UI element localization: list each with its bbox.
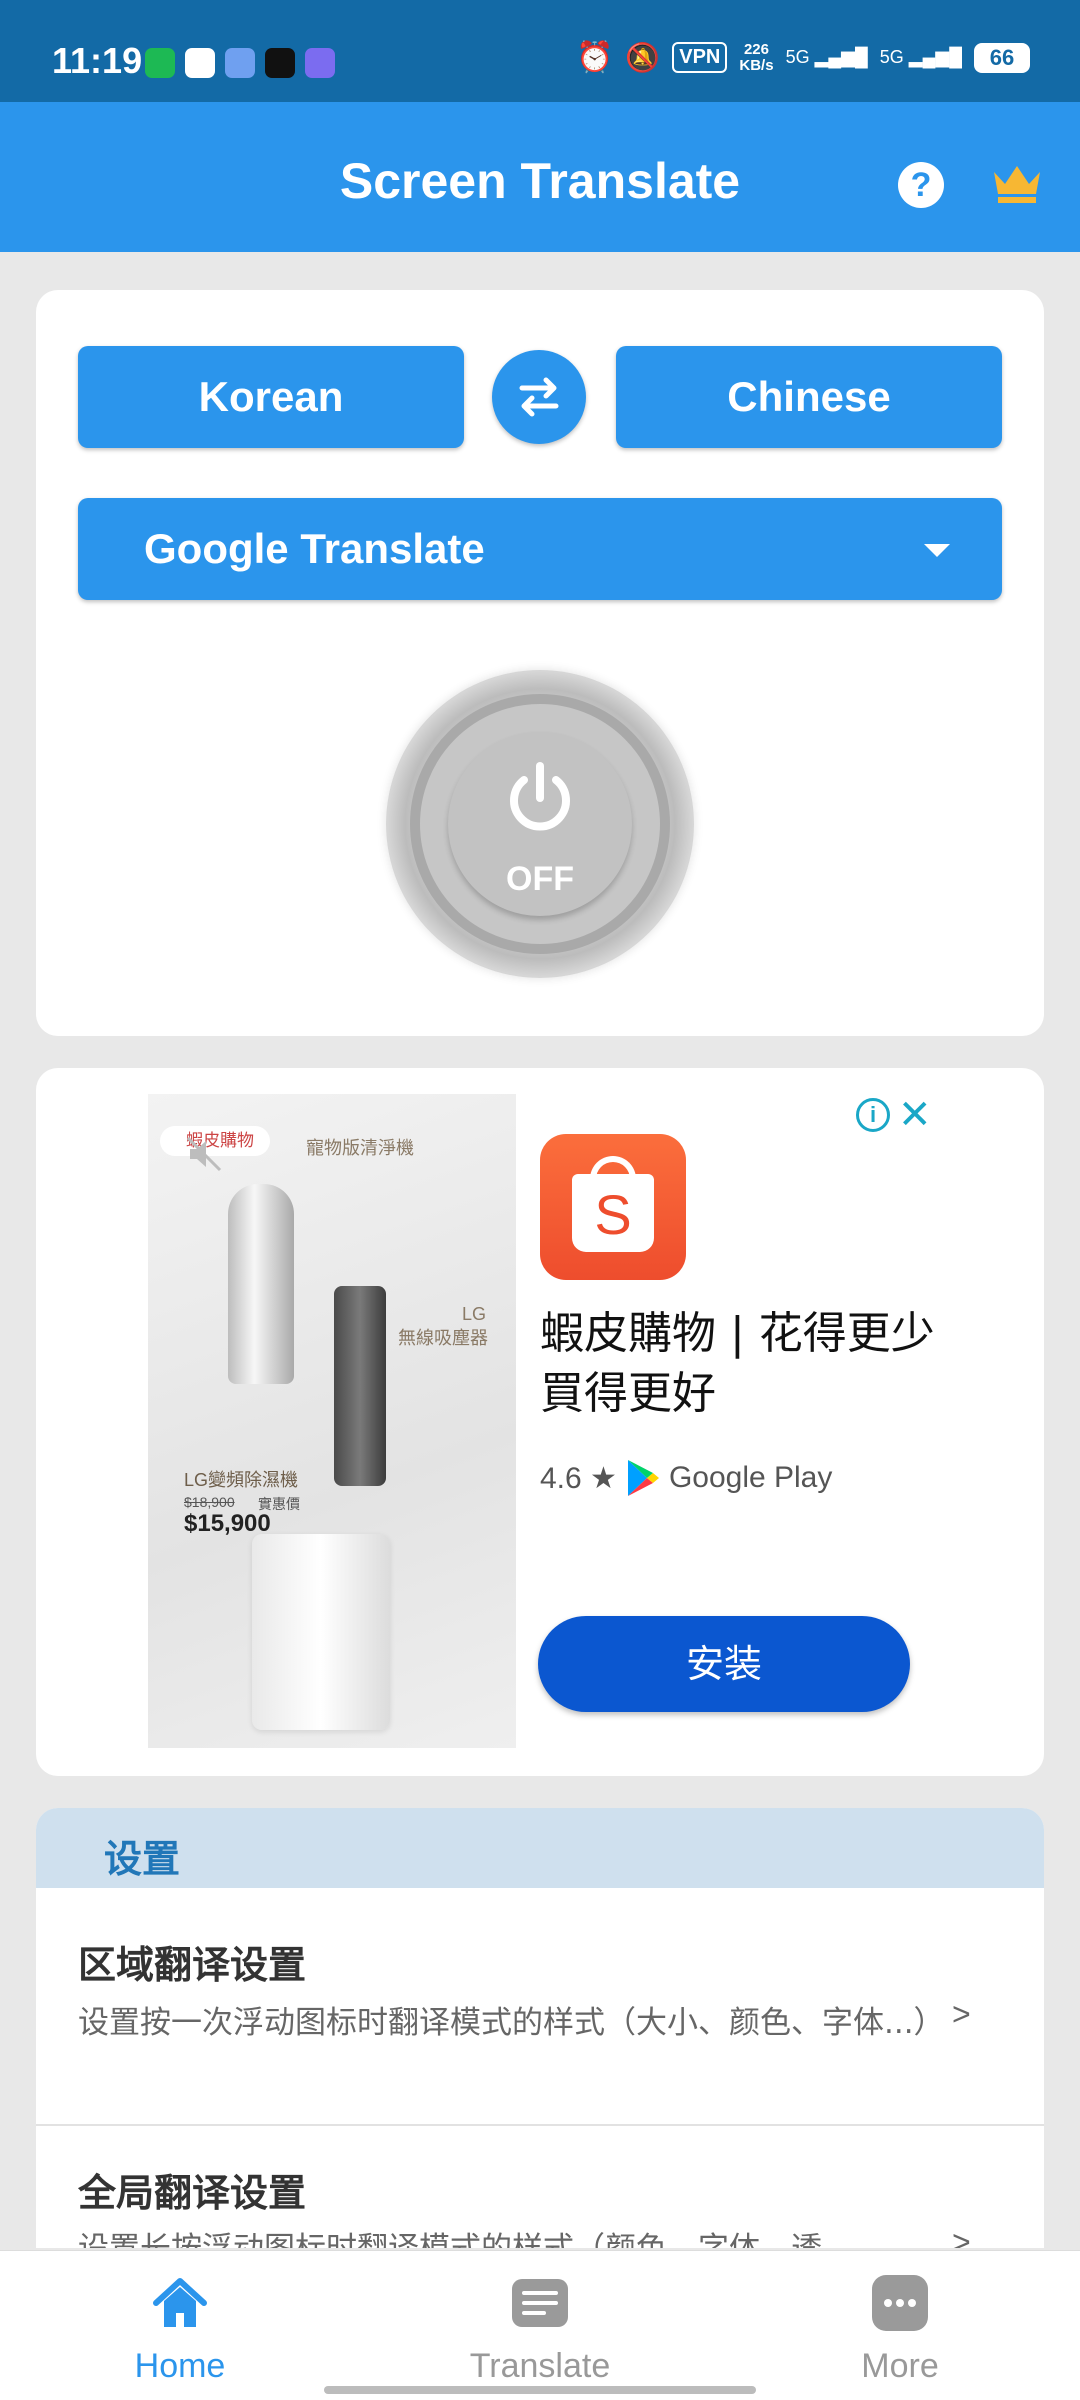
settings-header-label: 设置 bbox=[104, 1837, 181, 1881]
vpn-badge: VPN bbox=[672, 42, 728, 73]
app-notification-icon bbox=[225, 48, 255, 78]
google-play-icon bbox=[627, 1460, 659, 1496]
crown-icon[interactable] bbox=[990, 160, 1044, 204]
bottom-navigation: Home Translate More bbox=[0, 2250, 1080, 2400]
notification-icons bbox=[145, 48, 335, 78]
dropdown-arrow-icon bbox=[924, 544, 950, 557]
status-time: 11:19 bbox=[52, 40, 143, 81]
nav-home[interactable]: Home bbox=[0, 2251, 360, 2400]
translator-card: Korean Chinese Google Translate OFF bbox=[36, 290, 1044, 1036]
shopping-bag-icon: S bbox=[572, 1174, 654, 1252]
power-icon bbox=[510, 762, 570, 831]
battery-icon: 66 bbox=[974, 42, 1030, 73]
translation-engine-label: Google Translate bbox=[144, 525, 485, 572]
nav-label: More bbox=[861, 2347, 939, 2385]
area-translation-settings-item[interactable]: 区域翻译设置 设置按一次浮动图标时翻译模式的样式（大小、颜色、字体...） > bbox=[36, 1888, 1044, 2122]
power-toggle-button[interactable]: OFF bbox=[386, 670, 694, 978]
signal-icon: 5G ▂▄▆█ bbox=[785, 47, 868, 67]
ad-card[interactable]: 蝦皮購物 寵物版清淨機 LG 無線吸塵器 LG變頻除濕機 $18,900 實惠價… bbox=[36, 1068, 1044, 1776]
ad-image-text: LG變頻除濕機 bbox=[184, 1470, 299, 1490]
ad-image-text: LG bbox=[462, 1304, 487, 1324]
mute-icon[interactable] bbox=[184, 1134, 224, 1174]
ad-info-icon[interactable]: i bbox=[856, 1098, 890, 1132]
home-icon bbox=[153, 2278, 207, 2327]
ad-close-icon[interactable]: ✕ bbox=[898, 1092, 932, 1138]
translation-engine-select[interactable]: Google Translate bbox=[78, 498, 1002, 600]
power-state-label: OFF bbox=[506, 860, 574, 898]
list-icon bbox=[512, 2279, 568, 2327]
setting-description: 设置按一次浮动图标时翻译模式的样式（大小、颜色、字体...） bbox=[78, 2005, 945, 2041]
dehumidifier-image bbox=[252, 1534, 390, 1730]
chevron-right-icon: > bbox=[952, 1996, 971, 2032]
store-name: Google Play bbox=[668, 1461, 833, 1494]
setting-title: 区域翻译设置 bbox=[78, 1943, 307, 1987]
home-indicator[interactable] bbox=[324, 2386, 756, 2394]
nav-translate[interactable]: Translate bbox=[360, 2251, 720, 2400]
global-translation-settings-item[interactable]: 全局翻译设置 设置长按浮动图标时翻译模式的样式（颜色、字体、透 > bbox=[36, 2126, 1044, 2248]
network-speed-unit: KB/s bbox=[739, 56, 774, 74]
signal-icon: 5G ▂▄▆█ bbox=[879, 47, 962, 67]
play-store-icon bbox=[185, 48, 215, 78]
network-speed: 226 KB/s bbox=[739, 40, 774, 74]
more-icon bbox=[872, 2275, 928, 2331]
target-language-button[interactable]: Chinese bbox=[616, 346, 1002, 448]
source-language-button[interactable]: Korean bbox=[78, 346, 464, 448]
vacuum-image bbox=[334, 1286, 386, 1486]
swap-languages-button[interactable] bbox=[492, 350, 586, 444]
wechat-icon bbox=[145, 48, 175, 78]
app-bar: Screen Translate ? bbox=[0, 102, 1080, 252]
qq-icon bbox=[265, 48, 295, 78]
help-icon[interactable]: ? bbox=[898, 162, 944, 208]
nav-label: Home bbox=[134, 2347, 226, 2385]
settings-header: 设置 bbox=[36, 1808, 1044, 1888]
ad-title[interactable]: 蝦皮購物 | 花得更少買得更好 bbox=[540, 1304, 960, 1424]
air-purifier-image bbox=[228, 1184, 294, 1384]
nav-more[interactable]: More bbox=[720, 2251, 1080, 2400]
alarm-icon: ⏰ bbox=[576, 41, 614, 74]
swap-icon bbox=[519, 377, 559, 417]
shopee-logo[interactable]: S bbox=[540, 1134, 686, 1280]
ad-image-text: 寵物版清淨機 bbox=[306, 1138, 414, 1158]
setting-description: 设置长按浮动图标时翻译模式的样式（颜色、字体、透 bbox=[78, 2226, 958, 2248]
power-ring: OFF bbox=[410, 694, 670, 954]
status-bar: 11:19 ⏰ 🔕 VPN 226 KB/s 5G ▂▄▆█ 5G ▂▄▆█ 6… bbox=[0, 0, 1080, 102]
chevron-right-icon: > bbox=[952, 2224, 971, 2248]
mute-bell-icon: 🔕 bbox=[625, 42, 661, 73]
ad-rating-row: 4.6 ★ Google Play bbox=[540, 1458, 832, 1498]
install-button[interactable]: 安装 bbox=[538, 1616, 910, 1712]
ad-image-old-price: $18,900 bbox=[184, 1494, 235, 1510]
setting-title: 全局翻译设置 bbox=[78, 2171, 307, 2215]
settings-section: 设置 区域翻译设置 设置按一次浮动图标时翻译模式的样式（大小、颜色、字体...）… bbox=[36, 1808, 1044, 2248]
network-speed-value: 226 bbox=[743, 40, 769, 58]
ad-rating: 4.6 ★ bbox=[540, 1461, 617, 1495]
power-button-face: OFF bbox=[448, 732, 632, 916]
system-icons: ⏰ 🔕 VPN 226 KB/s 5G ▂▄▆█ 5G ▂▄▆█ 66 bbox=[576, 40, 1030, 75]
ad-image[interactable]: 蝦皮購物 寵物版清淨機 LG 無線吸塵器 LG變頻除濕機 $18,900 實惠價… bbox=[148, 1094, 516, 1748]
messenger-icon bbox=[305, 48, 335, 78]
nav-label: Translate bbox=[469, 2347, 611, 2385]
ad-image-text: 無線吸塵器 bbox=[398, 1328, 488, 1348]
